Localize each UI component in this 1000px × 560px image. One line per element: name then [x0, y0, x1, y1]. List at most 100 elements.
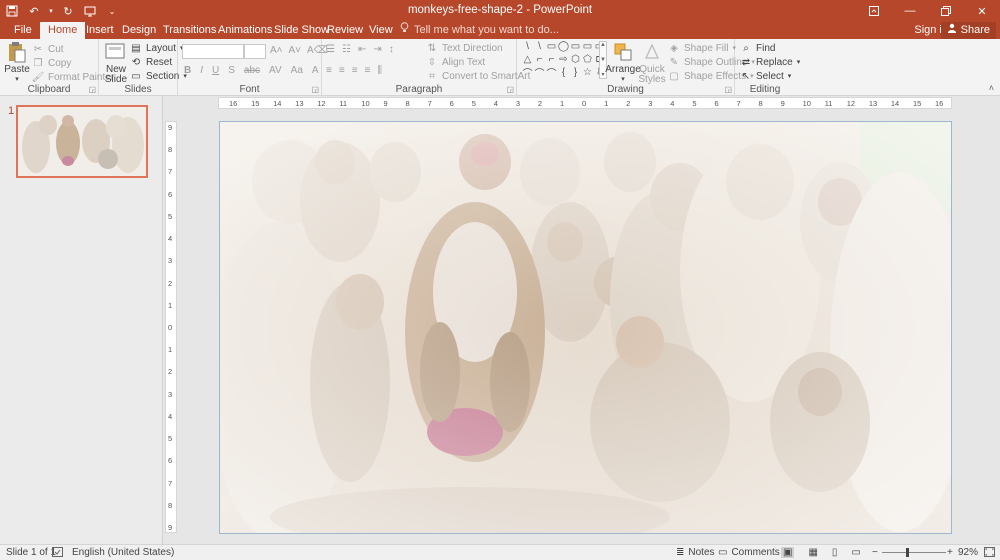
columns-icon[interactable]: ⫼ [377, 65, 382, 76]
replace-button[interactable]: ⇄ Replace ▾ [740, 56, 800, 68]
change-case-button[interactable]: Aa [291, 65, 303, 76]
align-left-icon[interactable]: ≡ [326, 65, 332, 76]
font-format-buttons: B I U S abc AV Aa A [184, 65, 319, 76]
minimize-icon[interactable]: — [892, 0, 928, 22]
gallery-down-icon[interactable]: ▼ [600, 57, 606, 63]
fit-slide-icon[interactable] [984, 547, 995, 557]
quick-styles-button[interactable]: Quick Styles [638, 41, 666, 85]
tab-file[interactable]: File [6, 22, 40, 39]
copy-button[interactable]: ❐ Copy [32, 57, 72, 69]
shape-textbox-icon[interactable]: ▭ [582, 41, 593, 52]
zoom-level[interactable]: 92% [958, 547, 978, 558]
shape-arc3-icon[interactable]: ⌒ [546, 67, 557, 80]
italic-button[interactable]: I [200, 65, 203, 76]
ruler-tick-label: 15 [912, 99, 922, 108]
font-name-combo[interactable] [182, 44, 244, 59]
shape-line-icon[interactable]: \ [522, 41, 533, 52]
clipboard-dialog-launcher-icon[interactable]: ◲ [88, 85, 96, 94]
zoom-out-button[interactable]: − [872, 547, 878, 558]
zoom-slider-track[interactable] [882, 552, 946, 553]
increase-indent-icon[interactable]: ⇥ [373, 44, 381, 55]
monkeys-image[interactable] [220, 122, 951, 533]
tell-me-box[interactable]: Tell me what you want to do... [400, 22, 559, 39]
slide-canvas[interactable] [219, 121, 952, 534]
slide-thumbnail[interactable] [16, 105, 148, 178]
scissors-icon: ✂ [33, 43, 43, 55]
restore-icon[interactable] [928, 0, 964, 22]
bullets-icon[interactable]: ☰ [326, 44, 335, 55]
character-spacing-button[interactable]: AV [269, 65, 282, 76]
line-spacing-icon[interactable]: ↕ [389, 44, 394, 55]
horizontal-ruler[interactable]: 16 15 14 13 12 11 10 9 8 7 6 5 4 3 2 1 0 1 2 3 4 5 6 7 8 9 10 11 12 1… [218, 97, 952, 109]
shape-hexagon-icon[interactable]: ⬡ [570, 54, 581, 65]
shape-pentagon-icon[interactable]: ⬠ [582, 54, 593, 65]
select-button[interactable]: ↖ Select ▾ [740, 70, 792, 82]
align-right-icon[interactable]: ≡ [352, 65, 358, 76]
language-indicator[interactable]: English (United States) [72, 547, 174, 558]
font-color-button[interactable]: A [312, 65, 319, 76]
ruler-tick-label: 9 [383, 99, 388, 108]
share-button[interactable]: Share [940, 22, 996, 39]
slides-group: New Slide ▤ Layout ▾ ⟲ Reset ▭ Section ▾… [99, 39, 187, 96]
vertical-ruler[interactable]: 9 8 7 6 5 4 3 2 1 0 1 2 3 4 5 6 7 8 9 [165, 121, 177, 533]
ribbon-display-icon[interactable] [856, 0, 892, 22]
cut-button[interactable]: ✂ Cut [32, 43, 64, 55]
strikethrough-button[interactable]: abc [244, 65, 260, 76]
align-text-button[interactable]: ⇳ Align Text [426, 56, 485, 68]
justify-icon[interactable]: ≡ [365, 65, 371, 76]
arrange-button[interactable]: Arrange ▾ [605, 41, 641, 85]
reading-view-icon[interactable]: ▯ [832, 547, 838, 558]
close-icon[interactable]: ✕ [964, 0, 1000, 22]
ruler-tick-label: 16 [229, 99, 238, 108]
convert-smartart-button[interactable]: ⌗ Convert to SmartArt [426, 70, 530, 82]
numbering-icon[interactable]: ☷ [342, 44, 351, 55]
gallery-more-icon[interactable]: ▾ [601, 71, 604, 78]
layout-button[interactable]: ▤ Layout ▾ [130, 42, 183, 54]
shape-right-arrow-icon[interactable]: ⇨ [558, 54, 569, 65]
paragraph-dialog-launcher-icon[interactable]: ◲ [506, 85, 514, 94]
zoom-in-button[interactable]: + [947, 547, 953, 558]
shape-left-brace-icon[interactable]: { [558, 67, 569, 78]
find-button[interactable]: ⌕ Find [740, 42, 775, 54]
shape-arc-icon[interactable]: ⌒ [522, 67, 533, 80]
font-size-combo[interactable] [244, 44, 266, 59]
increase-font-size-icon[interactable]: A˄ [270, 45, 283, 56]
decrease-indent-icon[interactable]: ⇤ [358, 44, 366, 55]
slide-show-view-icon[interactable]: ▭ [851, 547, 860, 558]
effects-icon: ▢ [669, 70, 679, 82]
decrease-font-size-icon[interactable]: A˅ [289, 45, 302, 56]
shape-rounded-rect-icon[interactable]: ▭ [570, 41, 581, 52]
paste-button[interactable]: Paste ▾ [4, 41, 30, 85]
shape-arc2-icon[interactable]: ⌒ [534, 67, 545, 80]
text-direction-label: Text Direction [442, 42, 503, 54]
shadow-button[interactable]: S [228, 65, 235, 76]
align-center-icon[interactable]: ≡ [339, 65, 345, 76]
drawing-dialog-launcher-icon[interactable]: ◲ [724, 85, 732, 94]
ruler-tick-label: 14 [890, 99, 900, 108]
shape-arrow-line-icon[interactable]: \ [534, 41, 545, 52]
new-slide-button[interactable]: New Slide [103, 41, 129, 85]
spelling-check-icon[interactable] [52, 547, 63, 557]
shape-elbow-icon[interactable]: ⌐ [534, 54, 545, 65]
shape-oval-icon[interactable]: ◯ [558, 41, 569, 52]
collapse-ribbon-icon[interactable]: ˄ [989, 83, 994, 93]
comments-button[interactable]: ▭ Comments [718, 547, 780, 558]
text-direction-button[interactable]: ⇅ Text Direction [426, 42, 503, 54]
tab-view[interactable]: View [361, 22, 401, 39]
normal-view-icon[interactable]: ▣ [781, 547, 795, 558]
shape-star-icon[interactable]: ☆ [582, 67, 593, 78]
shape-fill-button[interactable]: ◈ Shape Fill ▾ [668, 42, 736, 54]
tell-me-text: Tell me what you want to do... [414, 24, 559, 36]
gallery-up-icon[interactable]: ▲ [600, 42, 606, 48]
shape-triangle-icon[interactable]: △ [522, 54, 533, 65]
zoom-slider-thumb[interactable] [906, 548, 909, 557]
underline-button[interactable]: U [212, 65, 219, 76]
reset-button[interactable]: ⟲ Reset [130, 56, 172, 68]
shape-rectangle-icon[interactable]: ▭ [546, 41, 557, 52]
shape-right-brace-icon[interactable]: } [570, 67, 581, 78]
notes-button[interactable]: ≣ Notes [676, 547, 715, 558]
shape-elbow2-icon[interactable]: ⌐ [546, 54, 557, 65]
bold-button[interactable]: B [184, 65, 191, 76]
font-dialog-launcher-icon[interactable]: ◲ [311, 85, 319, 94]
slide-sorter-view-icon[interactable]: ▦ [808, 547, 817, 558]
